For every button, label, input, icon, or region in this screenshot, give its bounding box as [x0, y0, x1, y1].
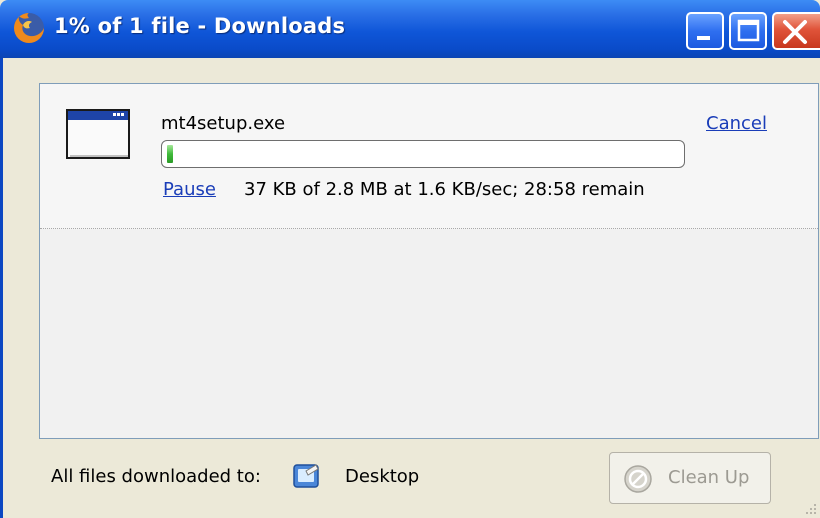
cancel-link[interactable]: Cancel: [706, 113, 767, 134]
desktop-folder-icon[interactable]: [292, 461, 322, 491]
close-icon: [783, 20, 807, 44]
firefox-icon: [14, 13, 44, 43]
title-bar[interactable]: 1% of 1 file - Downloads: [0, 0, 820, 58]
download-folder-name[interactable]: Desktop: [345, 466, 419, 487]
close-button[interactable]: [772, 12, 820, 50]
download-location-label: All files downloaded to:: [51, 466, 261, 487]
resize-grip-icon[interactable]: [804, 502, 818, 516]
progress-bar: [161, 140, 685, 168]
download-status: 37 KB of 2.8 MB at 1.6 KB/sec; 28:58 rem…: [244, 179, 645, 200]
maximize-button[interactable]: [729, 12, 767, 50]
clean-up-label: Clean Up: [668, 467, 750, 488]
clean-up-button[interactable]: Clean Up: [609, 452, 771, 504]
application-window-icon: [66, 109, 130, 159]
minimize-icon: [697, 36, 710, 40]
minimize-button[interactable]: [686, 12, 724, 50]
pause-link[interactable]: Pause: [163, 179, 216, 200]
progress-fill: [167, 145, 173, 163]
download-item[interactable]: mt4setup.exe Cancel Pause 37 KB of 2.8 M…: [40, 84, 818, 229]
window-title: 1% of 1 file - Downloads: [54, 14, 346, 38]
clean-up-icon: [624, 465, 652, 493]
file-name: mt4setup.exe: [161, 113, 286, 134]
downloads-list[interactable]: mt4setup.exe Cancel Pause 37 KB of 2.8 M…: [39, 83, 819, 439]
maximize-icon: [737, 19, 760, 42]
